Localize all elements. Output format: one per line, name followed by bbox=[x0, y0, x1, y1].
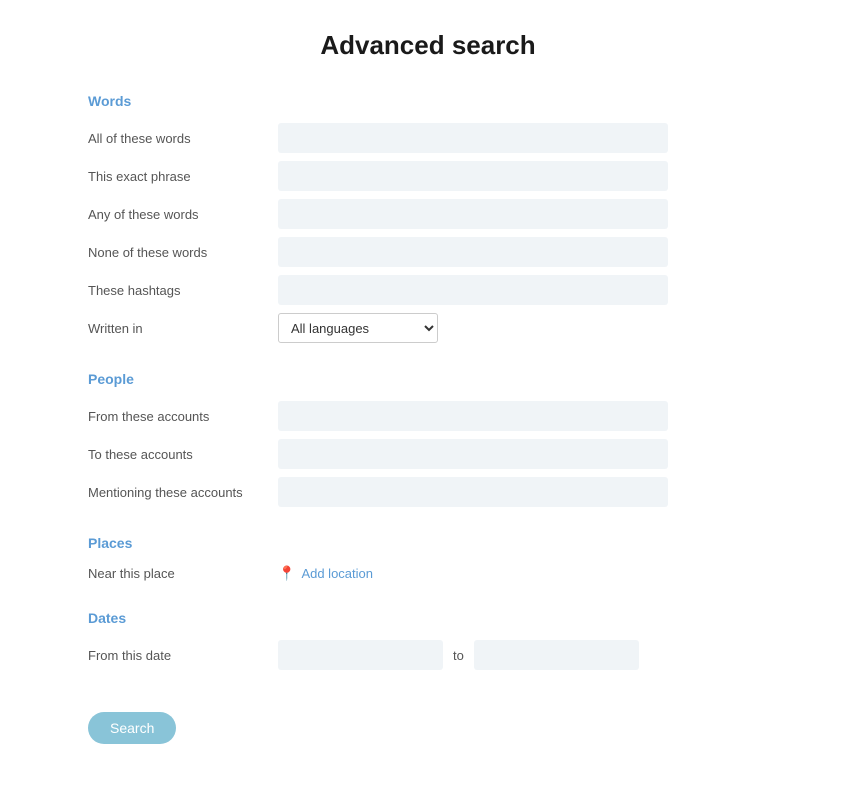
page-container: Advanced search Words All of these words… bbox=[48, 0, 808, 804]
near-place-label: Near this place bbox=[88, 566, 278, 581]
words-section: Words All of these words This exact phra… bbox=[88, 93, 768, 343]
all-words-input[interactable] bbox=[278, 123, 668, 153]
from-date-label: From this date bbox=[88, 648, 278, 663]
written-in-row: Written in All languages English Spanish… bbox=[88, 313, 768, 343]
all-words-row: All of these words bbox=[88, 123, 768, 153]
hashtags-label: These hashtags bbox=[88, 283, 278, 298]
to-accounts-input[interactable] bbox=[278, 439, 668, 469]
places-section-title: Places bbox=[88, 535, 768, 551]
location-pin-icon: 📍 bbox=[278, 565, 295, 582]
written-in-label: Written in bbox=[88, 321, 278, 336]
people-section-title: People bbox=[88, 371, 768, 387]
people-section: People From these accounts To these acco… bbox=[88, 371, 768, 507]
to-date-input[interactable] bbox=[474, 640, 639, 670]
dates-section: Dates From this date to bbox=[88, 610, 768, 670]
exact-phrase-label: This exact phrase bbox=[88, 169, 278, 184]
any-words-row: Any of these words bbox=[88, 199, 768, 229]
language-select[interactable]: All languages English Spanish French Ger… bbox=[278, 313, 438, 343]
any-words-label: Any of these words bbox=[88, 207, 278, 222]
from-accounts-row: From these accounts bbox=[88, 401, 768, 431]
exact-phrase-input[interactable] bbox=[278, 161, 668, 191]
search-button[interactable]: Search bbox=[88, 712, 176, 744]
all-words-label: All of these words bbox=[88, 131, 278, 146]
near-place-row: Near this place 📍 Add location bbox=[88, 565, 768, 582]
exact-phrase-row: This exact phrase bbox=[88, 161, 768, 191]
date-inputs-container: to bbox=[278, 640, 639, 670]
to-accounts-label: To these accounts bbox=[88, 447, 278, 462]
to-accounts-row: To these accounts bbox=[88, 439, 768, 469]
places-section: Places Near this place 📍 Add location bbox=[88, 535, 768, 582]
from-accounts-input[interactable] bbox=[278, 401, 668, 431]
any-words-input[interactable] bbox=[278, 199, 668, 229]
hashtags-input[interactable] bbox=[278, 275, 668, 305]
add-location-link[interactable]: Add location bbox=[301, 566, 373, 581]
mentioning-accounts-input[interactable] bbox=[278, 477, 668, 507]
from-accounts-label: From these accounts bbox=[88, 409, 278, 424]
date-to-separator: to bbox=[453, 648, 464, 663]
mentioning-accounts-label: Mentioning these accounts bbox=[88, 485, 278, 500]
from-date-input[interactable] bbox=[278, 640, 443, 670]
add-location-container: 📍 Add location bbox=[278, 565, 373, 582]
dates-row: From this date to bbox=[88, 640, 768, 670]
hashtags-row: These hashtags bbox=[88, 275, 768, 305]
words-section-title: Words bbox=[88, 93, 768, 109]
mentioning-accounts-row: Mentioning these accounts bbox=[88, 477, 768, 507]
dates-section-title: Dates bbox=[88, 610, 768, 626]
none-words-row: None of these words bbox=[88, 237, 768, 267]
none-words-label: None of these words bbox=[88, 245, 278, 260]
none-words-input[interactable] bbox=[278, 237, 668, 267]
page-title: Advanced search bbox=[88, 30, 768, 61]
